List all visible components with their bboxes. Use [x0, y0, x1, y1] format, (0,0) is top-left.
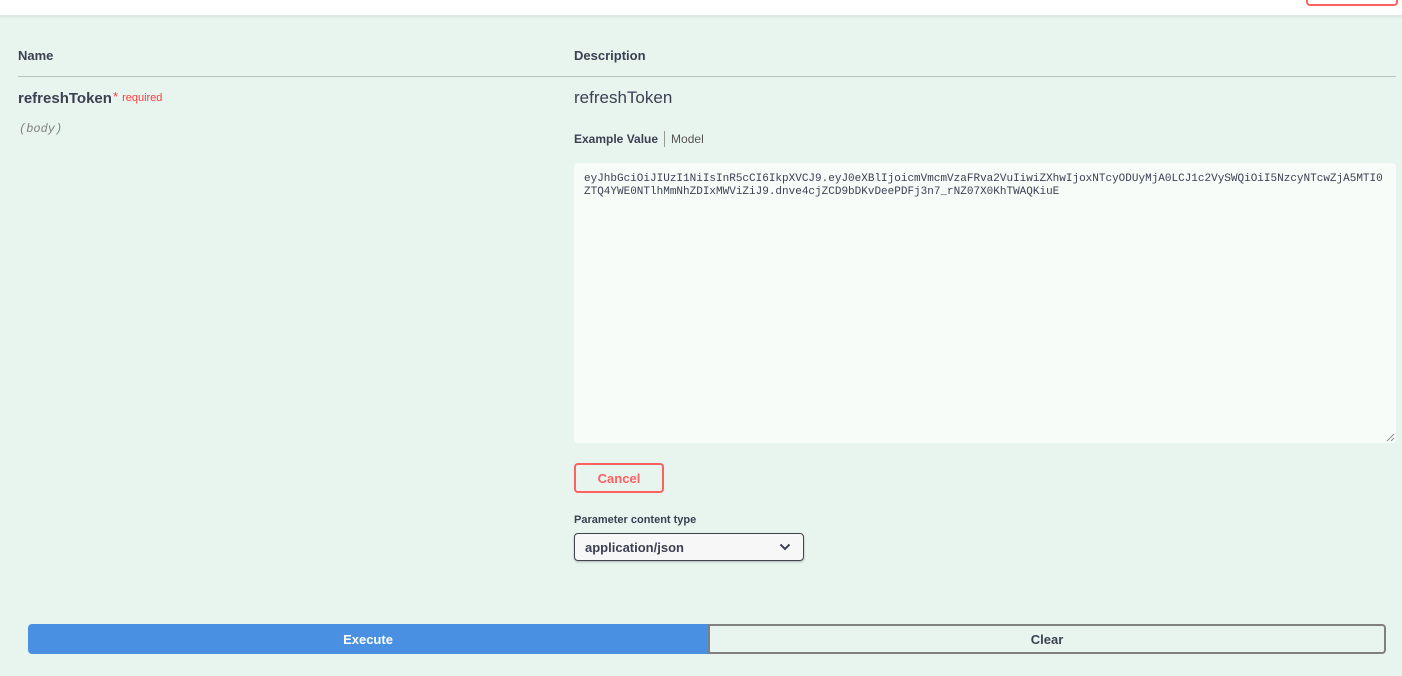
tab-example-value[interactable]: Example Value	[574, 132, 658, 146]
parameter-location: (body)	[19, 122, 63, 136]
parameter-name: refreshToken	[18, 90, 112, 107]
content-type-select[interactable]: application/json	[574, 533, 804, 561]
description-column-header: Description	[574, 48, 646, 63]
content-type-selected: application/json	[585, 539, 684, 555]
tab-divider	[664, 131, 666, 147]
required-label: required	[122, 92, 163, 104]
operation-header-strip	[0, 0, 1402, 16]
header-divider	[18, 76, 1396, 77]
name-column-header: Name	[18, 48, 54, 63]
execute-button[interactable]: Execute	[28, 624, 708, 654]
required-star: *	[113, 89, 119, 104]
required-indicator: * required	[113, 89, 162, 104]
tab-model[interactable]: Model	[671, 132, 704, 146]
chevron-down-icon	[779, 543, 791, 551]
clear-button[interactable]: Clear	[708, 624, 1386, 654]
resize-grip-icon[interactable]	[1385, 432, 1395, 442]
content-type-label: Parameter content type	[574, 514, 697, 526]
parameter-description: refreshToken	[574, 88, 673, 107]
request-body-textarea[interactable]: eyJhbGciOiJIUzI1NiIsInR5cCI6IkpXVCJ9.eyJ…	[574, 163, 1396, 443]
top-cancel-button-edge[interactable]	[1306, 0, 1398, 6]
cancel-button[interactable]: Cancel	[574, 463, 664, 493]
example-model-tabs: Example Value Model	[574, 131, 704, 147]
